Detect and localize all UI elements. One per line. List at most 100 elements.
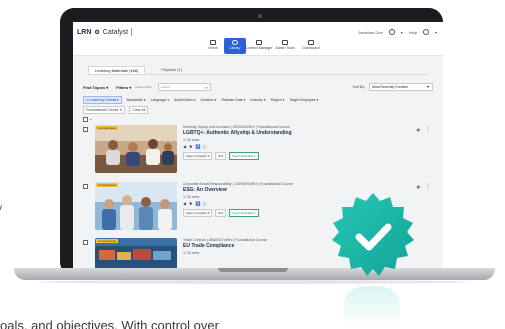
logo[interactable]: LRN ⚙ Catalyst: [77, 28, 133, 36]
button-label: See Full Details: [232, 154, 254, 158]
chip-region[interactable]: Region ▾: [271, 98, 285, 102]
badge-reflection: [344, 286, 400, 329]
favorite-star-icon[interactable]: ★: [416, 127, 421, 134]
nav-label: Dashboard: [302, 46, 320, 50]
chip-audio-video[interactable]: Audio/Video ▾: [174, 98, 196, 102]
chip-label: Language: [150, 98, 167, 102]
pill-foundational-course[interactable]: Foundational Course ✕: [83, 106, 126, 114]
select-all-chevron-icon[interactable]: ⌄: [89, 116, 92, 121]
sort-select[interactable]: Most Recently Created ▾: [369, 83, 433, 91]
course-thumbnail[interactable]: Coming Soon: [95, 182, 177, 230]
verified-check-badge: [328, 191, 418, 281]
clock-icon: ◷: [183, 138, 187, 142]
course-checkbox[interactable]: [83, 240, 88, 245]
course-info: Diversity, Equity, and Inclusion | DEI00…: [183, 125, 413, 160]
chip-target-employee[interactable]: Target Employee ▾: [289, 98, 318, 102]
chip-label: Learning Format: [90, 98, 116, 102]
filters-dropdown[interactable]: Filters ▾: [116, 85, 131, 90]
nav-library[interactable]: Library: [224, 38, 246, 54]
dashboard-icon: [308, 40, 314, 45]
user-name[interactable]: Jonathan Doe: [358, 30, 383, 35]
sort-value: Most Recently Created: [372, 85, 408, 89]
course-thumbnail[interactable]: Coming Soon: [95, 238, 177, 270]
clock-icon: ◷: [183, 195, 187, 199]
user-chevron-icon[interactable]: ▾: [401, 30, 403, 35]
chip-label: Release Date: [221, 98, 243, 102]
course-actions: View in Insights ▾ ⊕ 8 See Full Details …: [183, 152, 413, 160]
home-icon: [210, 40, 216, 45]
page-text-fragment-left: y: [0, 203, 2, 214]
duration-text: 30 mins: [187, 251, 200, 255]
search-icon[interactable]: ⌕: [205, 85, 207, 90]
chip-duration[interactable]: Duration ▾: [201, 98, 217, 102]
content-manager-icon: [256, 40, 262, 45]
thumbnail-image: [95, 182, 177, 230]
view-insights-button[interactable]: View in Insights ▾: [183, 209, 213, 217]
nav-dashboard[interactable]: Dashboard: [298, 38, 324, 54]
search-input[interactable]: Search ⌕: [157, 83, 211, 91]
duration-text: 30 mins: [187, 195, 200, 199]
view-insights-button[interactable]: View in Insights ▾: [183, 152, 213, 160]
main-nav: Home Library Content Manager Admin Tools…: [202, 38, 324, 54]
count-label: 8: [221, 154, 224, 158]
app-header: LRN ⚙ Catalyst Jonathan Doe ▾ Help ▾ Hom…: [73, 22, 443, 56]
course-checkbox[interactable]: [83, 184, 88, 189]
clock-icon: ◷: [183, 251, 187, 255]
course-checkbox[interactable]: [83, 127, 88, 132]
find-topics-label: Find Topics: [83, 84, 106, 90]
button-label: View in Insights: [186, 211, 207, 215]
nav-admin-tools[interactable]: Admin Tools: [272, 38, 298, 54]
course-title[interactable]: LGBTQ+: Authentic Allyship & Understandi…: [183, 130, 413, 136]
select-all-checkbox[interactable]: [83, 117, 88, 122]
help-icon[interactable]: [422, 29, 429, 35]
course-meta: Diversity, Equity, and Inclusion | DEI00…: [183, 125, 290, 129]
help-chevron-icon[interactable]: ▾: [435, 30, 437, 35]
sort-by-label: Sort By:: [352, 85, 365, 89]
checkmark-badge-icon: [332, 193, 414, 276]
clear-all-button[interactable]: Clear All: [129, 106, 149, 114]
pill-label: Foundational Course: [86, 108, 119, 112]
favorite-star-icon[interactable]: ★: [416, 184, 421, 191]
clear-filters-link[interactable]: Clear Filters: [135, 85, 151, 89]
logo-divider: [131, 28, 133, 36]
see-full-details-button[interactable]: See Full Details ▾: [229, 209, 259, 217]
library-icon: [232, 40, 238, 45]
chip-label: Bandwidth: [126, 98, 143, 102]
marketing-section: y oals, and objectives. With control ove…: [0, 0, 505, 329]
count-button[interactable]: ⊕ 8: [215, 152, 227, 160]
filter-bar: Find Topics ▾ Filters ▾ Clear Filters Se…: [83, 82, 433, 92]
chip-label: Target Employee: [289, 98, 316, 102]
chip-bandwidth[interactable]: Bandwidth ▾: [127, 98, 146, 102]
coming-soon-badge: Coming Soon: [96, 239, 119, 243]
user-avatar-icon[interactable]: [388, 29, 395, 35]
chip-industry[interactable]: Industry ▾: [250, 98, 265, 102]
chip-label: Duration: [200, 98, 214, 102]
tab-playlists[interactable]: Playlists (1): [155, 66, 188, 74]
tab-learning-materials[interactable]: Learning Materials (468): [88, 66, 146, 74]
product-name: Catalyst: [102, 28, 129, 36]
course-meta: Corporate Social Responsibility | CSR000…: [183, 182, 293, 186]
more-options-icon[interactable]: ⋮: [425, 183, 431, 190]
chip-label: Region: [270, 98, 282, 102]
nav-content-manager[interactable]: Content Manager: [245, 38, 273, 54]
find-topics-dropdown[interactable]: Find Topics ▾: [83, 85, 108, 90]
library-tabs: Learning Materials (468) Playlists (1): [88, 66, 428, 75]
count-button[interactable]: ⊕ 8: [215, 209, 227, 217]
coming-soon-badge: Coming Soon: [96, 126, 119, 130]
user-area: Jonathan Doe ▾ Help ▾: [358, 29, 437, 35]
chevron-down-icon: ▾: [426, 84, 429, 89]
catalyst-logo-icon: ⚙: [94, 29, 100, 36]
filters-label: Filters: [116, 84, 129, 90]
chip-label: Audio/Video: [173, 98, 193, 102]
more-options-icon[interactable]: ⋮: [425, 126, 431, 133]
help-link[interactable]: Help: [409, 30, 417, 35]
chip-language[interactable]: Language ▾: [151, 98, 169, 102]
course-thumbnail[interactable]: Coming Soon: [95, 125, 177, 173]
chip-release-date[interactable]: Release Date ▾: [221, 98, 245, 102]
chip-learning-format[interactable]: ☑ Learning Format ▾: [83, 96, 122, 104]
search-placeholder: Search: [160, 85, 171, 89]
nav-label: Content Manager: [245, 46, 273, 50]
nav-home[interactable]: Home: [202, 38, 224, 54]
nav-label: Home: [208, 46, 218, 50]
see-full-details-button[interactable]: See Full Details ▾: [229, 152, 259, 160]
